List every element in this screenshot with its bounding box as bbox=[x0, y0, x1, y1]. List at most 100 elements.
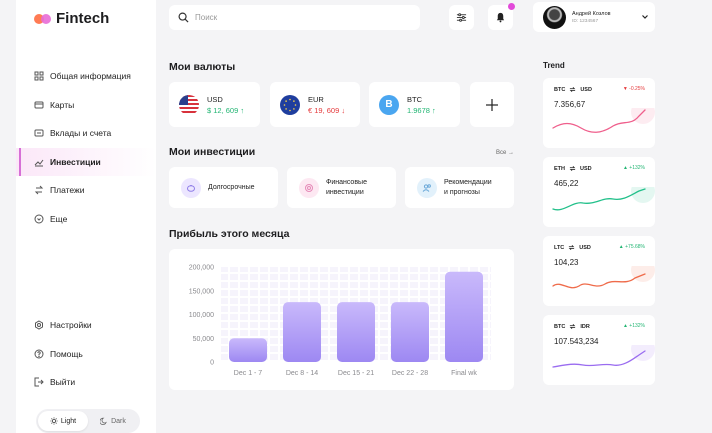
eu-flag-icon bbox=[280, 94, 300, 115]
swap-icon bbox=[570, 324, 576, 329]
swap-icon bbox=[568, 245, 575, 250]
investment-label: Финансовые инвестиции bbox=[326, 179, 367, 196]
trend-pair: BTC USD bbox=[554, 86, 592, 93]
investment-card-financial[interactable]: Финансовые инвестиции bbox=[287, 167, 396, 208]
sidebar: Fintech Общая информация Карты Вклады и … bbox=[16, 0, 156, 433]
trend-to: USD bbox=[580, 86, 592, 93]
logo-text: Fintech bbox=[56, 10, 110, 27]
sidebar-item-investments[interactable]: Инвестиции bbox=[16, 147, 156, 176]
avatar bbox=[543, 5, 566, 29]
sidebar-item-settings[interactable]: Настройки bbox=[16, 311, 156, 340]
theme-dark-label: Dark bbox=[111, 417, 126, 425]
currency-amount: 1.9678 ↑ bbox=[407, 105, 436, 115]
currency-card-eur[interactable]: EUR € 19, 609 ↓ bbox=[270, 82, 360, 127]
logout-icon bbox=[34, 377, 44, 387]
currency-code: EUR bbox=[308, 94, 324, 104]
trend-change: ▲ +132% bbox=[622, 323, 645, 329]
theme-light-button[interactable]: Light bbox=[38, 411, 88, 431]
investment-label: Долгосрочные bbox=[208, 183, 255, 191]
trend-from: BTC bbox=[554, 323, 566, 330]
grid-icon bbox=[34, 71, 44, 81]
trend-from: BTC bbox=[554, 86, 566, 93]
sidebar-item-logout[interactable]: Выйти bbox=[16, 368, 156, 397]
currency-amount: $ 12, 609 ↑ bbox=[207, 105, 245, 115]
bar[interactable] bbox=[391, 302, 429, 362]
trend-card[interactable]: BTC IDR ▲ +132% 107.543,234 bbox=[543, 315, 655, 385]
currency-code: USD bbox=[207, 94, 223, 104]
x-tick-label: Dec 1 - 7 bbox=[234, 370, 263, 377]
currency-card-usd[interactable]: USD $ 12, 609 ↑ bbox=[169, 82, 260, 127]
theme-toggle: Light Dark bbox=[36, 409, 140, 433]
x-tick-label: Dec 22 - 28 bbox=[392, 370, 428, 377]
sliders-icon bbox=[456, 13, 467, 22]
user-info: Андрей Козлов ID: 1234567 bbox=[572, 11, 611, 24]
currency-amount: € 19, 609 ↓ bbox=[308, 105, 346, 115]
bell-icon bbox=[496, 12, 505, 23]
sidebar-item-help[interactable]: Помощь bbox=[16, 340, 156, 369]
theme-dark-button[interactable]: Dark bbox=[88, 411, 138, 431]
sidebar-item-label: Выйти bbox=[50, 377, 76, 388]
moon-icon bbox=[100, 417, 107, 425]
bar-chart-svg: 200,000150,000100,00050,0000 Dec 1 - 7 De… bbox=[189, 265, 491, 377]
investment-card-long-term[interactable]: Долгосрочные bbox=[169, 167, 278, 208]
trend-to: USD bbox=[580, 165, 592, 172]
sidebar-item-overview[interactable]: Общая информация bbox=[16, 62, 156, 91]
notifications-button[interactable] bbox=[488, 3, 515, 30]
y-tick-label: 200,000 bbox=[189, 265, 214, 272]
y-axis: 200,000 150,000 100,000 50,000 0 bbox=[189, 265, 214, 367]
bar[interactable] bbox=[337, 302, 375, 362]
trend-from: ETH bbox=[554, 165, 565, 172]
user-menu[interactable]: Андрей Козлов ID: 1234567 bbox=[533, 2, 655, 32]
sidebar-item-cards[interactable]: Карты bbox=[16, 91, 156, 120]
see-all-link[interactable]: Все → bbox=[496, 150, 514, 156]
y-tick-label: 0 bbox=[210, 360, 214, 367]
help-icon bbox=[34, 349, 44, 359]
notification-badge bbox=[508, 3, 515, 10]
currency-card-btc[interactable]: B BTC 1.9678 ↑ bbox=[369, 82, 460, 127]
bar[interactable] bbox=[283, 302, 321, 362]
sidebar-item-label: Общая информация bbox=[50, 71, 131, 82]
theme-light-label: Light bbox=[60, 417, 77, 425]
trend-to: IDR bbox=[580, 323, 590, 330]
x-axis: Dec 1 - 7 Dec 8 - 14 Dec 15 - 21 Dec 22 - 2… bbox=[234, 370, 478, 377]
currencies-title: Мои валюты bbox=[169, 61, 236, 73]
sidebar-item-more[interactable]: Еще bbox=[16, 205, 156, 234]
currency-code: BTC bbox=[407, 94, 422, 104]
plus-icon bbox=[486, 98, 498, 111]
wallet-icon bbox=[34, 128, 44, 138]
x-tick-label: Dec 15 - 21 bbox=[338, 370, 374, 377]
add-currency-button[interactable] bbox=[470, 82, 514, 127]
trend-title: Trend bbox=[543, 61, 565, 70]
sidebar-item-deposits[interactable]: Вклады и счета bbox=[16, 119, 156, 148]
trend-pair: BTC IDR bbox=[554, 323, 590, 330]
y-tick-label: 50,000 bbox=[193, 336, 215, 343]
more-icon bbox=[34, 214, 44, 224]
trend-to: USD bbox=[579, 244, 591, 251]
sparkline bbox=[552, 266, 655, 289]
trend-change: ▲ +132% bbox=[622, 165, 645, 171]
bar[interactable] bbox=[229, 338, 267, 362]
sparkline bbox=[552, 345, 655, 368]
trend-card[interactable]: LTC USD ▲ +75.68% 104,23 bbox=[543, 236, 655, 306]
search-input[interactable]: Поиск bbox=[169, 5, 420, 30]
sidebar-item-payments[interactable]: Платежи bbox=[16, 176, 156, 205]
bitcoin-icon: B bbox=[379, 94, 399, 115]
trend-card[interactable]: BTC USD ▼ -0.25% 7.356,67 bbox=[543, 78, 655, 148]
us-flag-icon bbox=[179, 94, 199, 115]
chart-line-icon bbox=[34, 157, 44, 167]
trend-card[interactable]: ETH USD ▲ +132% 465,22 bbox=[543, 157, 655, 227]
x-tick-label: Final wk bbox=[451, 370, 477, 377]
filter-button[interactable] bbox=[449, 5, 474, 30]
bar[interactable] bbox=[445, 271, 483, 362]
investment-card-recommendations[interactable]: Рекомендации и прогнозы bbox=[405, 167, 514, 208]
sun-icon bbox=[50, 417, 58, 425]
sidebar-item-label: Помощь bbox=[50, 348, 83, 359]
trend-change: ▼ -0.25% bbox=[622, 86, 645, 92]
sparkline bbox=[552, 108, 655, 133]
users-icon bbox=[417, 177, 437, 198]
search-icon bbox=[178, 12, 189, 23]
logo[interactable]: Fintech bbox=[34, 10, 109, 27]
sparkline bbox=[552, 187, 655, 211]
piggy-bank-icon bbox=[181, 177, 201, 198]
sidebar-item-label: Еще bbox=[50, 213, 68, 224]
